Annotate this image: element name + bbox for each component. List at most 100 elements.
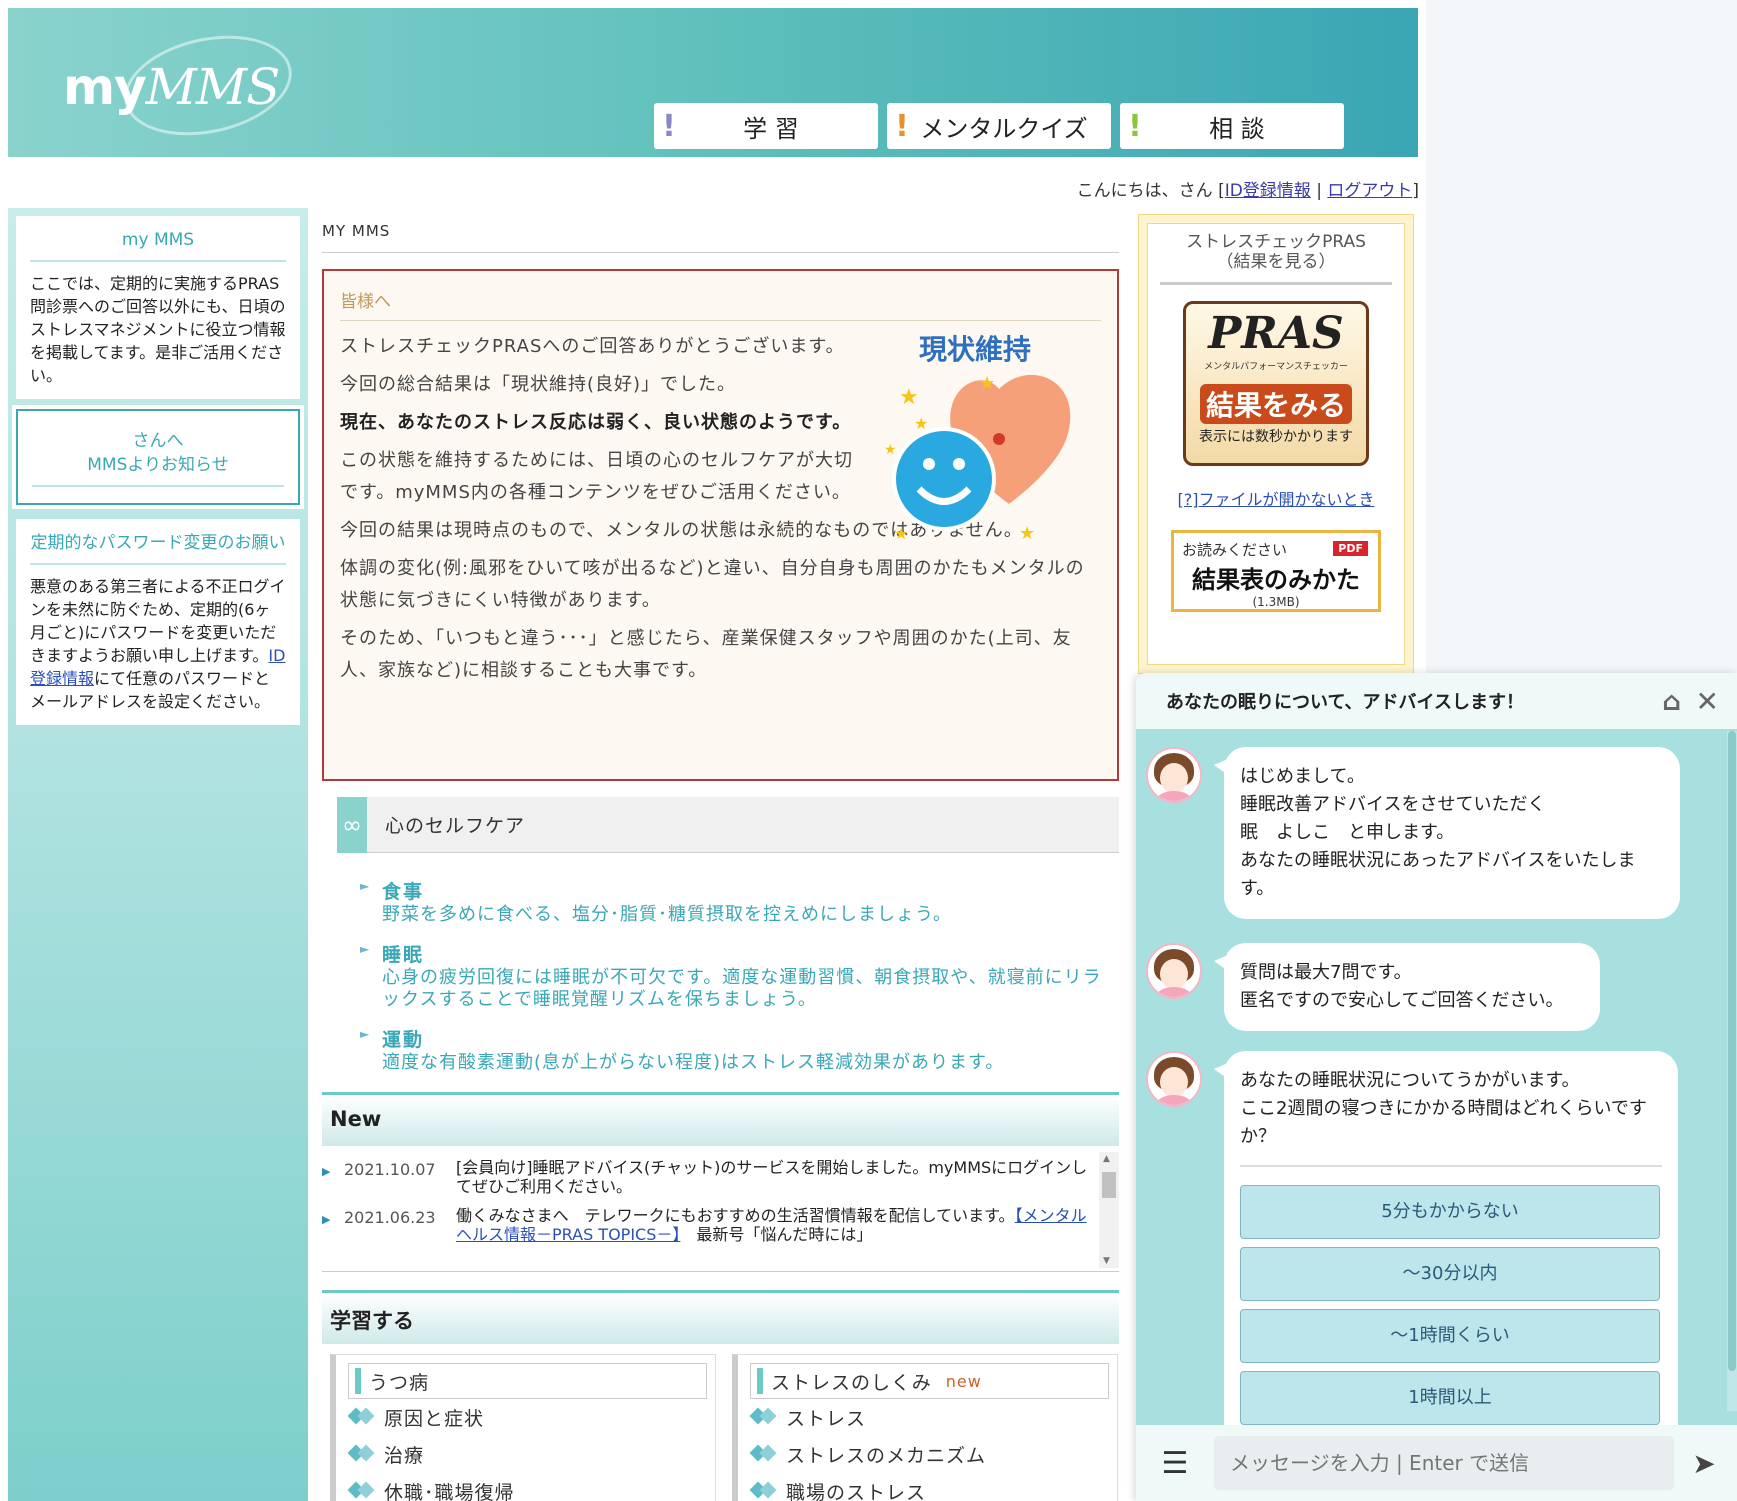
sidebar-notice-title: さんへ MMSよりお知らせ [32, 429, 284, 487]
menu-icon[interactable]: ☰ [1136, 1446, 1214, 1481]
svg-text:★: ★ [894, 524, 908, 543]
mymms-logo[interactable]: myMMS [63, 21, 313, 150]
separator: | [1310, 181, 1328, 201]
chat-header: あなたの眠りについて、アドバイスします！ ⌂ ✕ [1136, 673, 1737, 729]
selfcare-list: ► 食事 野菜を多めに食べる、塩分･脂質･糖質摂取を控えめにしましょう。 ► 睡… [360, 877, 1119, 1074]
nav-tab-study[interactable]: ! 学 習 [654, 103, 878, 149]
study-link[interactable]: 治療 [348, 1436, 707, 1473]
study-link[interactable]: 休職･職場復帰 [348, 1473, 707, 1501]
pdf-size: (1.3MB) [1252, 595, 1300, 609]
study-section-title: 学習する [322, 1290, 1119, 1344]
notice-paragraph: 体調の変化(例:風邪をひいて咳が出るなど)と違い、自分自身も周囲のかたもメンタル… [340, 558, 1085, 611]
status-badge-text: 現状維持 [919, 333, 1031, 366]
chat-message: あなたの睡眠状況についてうかがいます。 ここ2週間の寝つきにかかる時間はどれくらい… [1146, 1051, 1678, 1435]
news-scrollbar[interactable]: ▲ ▼ [1099, 1152, 1119, 1268]
file-help-link[interactable]: [?]ファイルが開かないとき [1148, 486, 1404, 510]
selfcare-item-sleep[interactable]: ► 睡眠 心身の疲労回復には睡眠が不可欠です。適度な運動習慣、朝食摂取や、就寝前… [360, 940, 1119, 1011]
sidebar-box-text: 悪意のある第三者による不正ログインを未然に防ぐため、定期的(6ヶ月ごと)にパスワ… [30, 577, 286, 711]
bracket-close: ] [1412, 181, 1419, 201]
nav-tab-mental-quiz[interactable]: ! メンタルクイズ [887, 103, 1111, 149]
news-date: 2021.06.23 [344, 1208, 436, 1227]
greeting-text: こんにちは、さん [1076, 181, 1219, 201]
answer-choice-button[interactable]: ～30分以内 [1240, 1247, 1660, 1301]
selfcare-item-exercise[interactable]: ► 運動 適度な有酸素運動(息が上がらない程度)はストレス軽減効果があります。 [360, 1025, 1119, 1074]
svg-text:★: ★ [914, 414, 928, 433]
scroll-down-icon[interactable]: ▼ [1103, 1256, 1110, 1266]
study-column-stress: ストレスのしくみ new ストレス ストレスのメカニズム 職場のストレス [732, 1354, 1118, 1501]
svg-text:★: ★ [1019, 523, 1035, 544]
diamond-bullet-icon [348, 1410, 374, 1426]
logo-text: myMMS [63, 58, 280, 116]
study-link[interactable]: ストレス [750, 1399, 1109, 1436]
news-list[interactable]: ▶ 2021.10.07 [会員向け]睡眠アドバイス(チャット)のサービスを開始… [322, 1146, 1119, 1272]
nav-tab-label: メンタルクイズ [920, 114, 1088, 143]
pras-subtitle: メンタルパフォーマンスチェッカー [1204, 362, 1348, 372]
selfcare-item-desc: 野菜を多めに食べる、塩分･脂質･糖質摂取を控えめにしましょう。 [382, 904, 952, 925]
study-column-heading[interactable]: ストレスのしくみ new [750, 1363, 1109, 1399]
send-icon[interactable]: ➤ [1674, 1447, 1734, 1480]
result-guide-pdf-button[interactable]: お読みください PDF 結果表のみかた (1.3MB) [1171, 530, 1381, 612]
pras-panel-title: ストレスチェックPRAS （結果を見る） [1186, 232, 1366, 272]
scrollbar-thumb[interactable] [1728, 731, 1736, 1371]
chat-input-bar: ☰ ➤ [1136, 1425, 1737, 1501]
sidebar-box-title: my MMS [30, 228, 286, 262]
selfcare-item-meal[interactable]: ► 食事 野菜を多めに食べる、塩分･脂質･糖質摂取を控えめにしましょう。 [360, 877, 1119, 926]
triangle-right-icon: ► [360, 1027, 370, 1041]
answer-choice-button[interactable]: ～1時間くらい [1240, 1309, 1660, 1363]
notice-title: 皆様へ [340, 287, 1101, 321]
home-icon[interactable]: ⌂ [1662, 687, 1681, 717]
selfcare-header: ∞ 心のセルフケア [337, 796, 1119, 853]
study-columns: うつ病 原因と症状 治療 休職･職場復帰 ストレスのしくみ new ストレス スト… [322, 1354, 1119, 1501]
exclamation-icon: ! [895, 108, 909, 144]
divider [1160, 282, 1392, 285]
advisor-avatar [1146, 1051, 1202, 1107]
scroll-up-icon[interactable]: ▲ [1103, 1154, 1110, 1164]
diamond-bullet-icon [348, 1447, 374, 1463]
selfcare-item-heading: 睡眠 [382, 944, 425, 966]
answer-choice-button[interactable]: 1時間以上 [1240, 1371, 1660, 1425]
news-item[interactable]: ▶ 2021.10.07 [会員向け]睡眠アドバイス(チャット)のサービスを開始… [322, 1158, 1095, 1196]
study-column-depression: うつ病 原因と症状 治療 休職･職場復帰 [330, 1354, 716, 1501]
advisor-avatar [1146, 943, 1202, 999]
scrollbar-thumb[interactable] [1102, 1172, 1116, 1198]
pras-logo: PRAS [1208, 308, 1344, 359]
selfcare-item-heading: 運動 [382, 1029, 425, 1051]
sleep-advice-chat: あなたの眠りについて、アドバイスします！ ⌂ ✕ はじめまして。 睡眠改善アドバイ… [1136, 673, 1737, 1501]
chat-message-input[interactable] [1214, 1436, 1674, 1490]
study-column-heading[interactable]: うつ病 [348, 1363, 707, 1399]
id-registration-link[interactable]: ID登録情報 [1225, 181, 1311, 201]
advisor-avatar [1146, 747, 1202, 803]
sidebar-box-notice[interactable]: さんへ MMSよりお知らせ [12, 405, 304, 509]
nav-tab-label: 学 習 [743, 114, 799, 143]
logout-link[interactable]: ログアウト [1327, 181, 1412, 201]
user-greeting: こんにちは、さん [ID登録情報 | ログアウト] [1077, 176, 1419, 201]
triangle-right-icon: ► [360, 942, 370, 956]
pras-view-results-button[interactable]: PRAS メンタルパフォーマンスチェッカー 結果をみる 表示には数秒かかります [1183, 301, 1369, 466]
notice-paragraph: そのため、「いつもと違う･･･」と感じたら、産業保健スタッフや周囲のかた(上司、… [340, 628, 1072, 681]
study-link[interactable]: 職場のストレス [750, 1473, 1109, 1501]
selfcare-item-heading: 食事 [382, 881, 425, 903]
sidebar-box-mymms: my MMS ここでは、定期的に実施するPRAS問診票へのご回答以外にも、日頃の… [16, 216, 300, 399]
study-link[interactable]: 原因と症状 [348, 1399, 707, 1436]
svg-text:★: ★ [979, 373, 995, 394]
answer-choice-button[interactable]: 5分もかからない [1240, 1185, 1660, 1239]
news-text: 働くみなさまへ テレワークにもおすすめの生活習慣情報を配信しています。【メンタル… [456, 1206, 1087, 1244]
chat-messages: はじめまして。 睡眠改善アドバイスをさせていただく眠 よしこ と申します。 あなたの… [1136, 729, 1726, 1435]
heading-bar [355, 1368, 361, 1394]
pras-panel-inner: ストレスチェックPRAS （結果を見る） PRAS メンタルパフォーマンスチェッカ… [1147, 223, 1405, 665]
notice-paragraph: ストレスチェックPRASへのご回答ありがとうございます。 [340, 336, 845, 357]
diamond-bullet-icon [750, 1484, 776, 1500]
study-link[interactable]: ストレスのメカニズム [750, 1436, 1109, 1473]
exclamation-icon: ! [1128, 108, 1142, 144]
arrow-bullet-icon: ▶ [322, 1165, 331, 1178]
main-content: MY MMS 皆様へ ストレスチェックPRASへのご回答ありがとうございます。 … [322, 210, 1119, 1501]
chat-bubble: はじめまして。 睡眠改善アドバイスをさせていただく眠 よしこ と申します。 あなたの… [1214, 747, 1680, 919]
chat-scrollbar[interactable] [1727, 731, 1737, 1411]
diamond-bullet-icon [348, 1484, 374, 1500]
news-item[interactable]: ▶ 2021.06.23 働くみなさまへ テレワークにもおすすめの生活習慣情報を… [322, 1206, 1095, 1244]
answer-choices: 5分もかからない ～30分以内 ～1時間くらい 1時間以上 [1240, 1165, 1662, 1425]
close-icon[interactable]: ✕ [1696, 685, 1719, 718]
nav-tab-consult[interactable]: ! 相 談 [1120, 103, 1344, 149]
selfcare-item-desc: 適度な有酸素運動(息が上がらない程度)はストレス軽減効果があります。 [382, 1052, 1005, 1073]
bracket-open: [ [1218, 181, 1225, 201]
